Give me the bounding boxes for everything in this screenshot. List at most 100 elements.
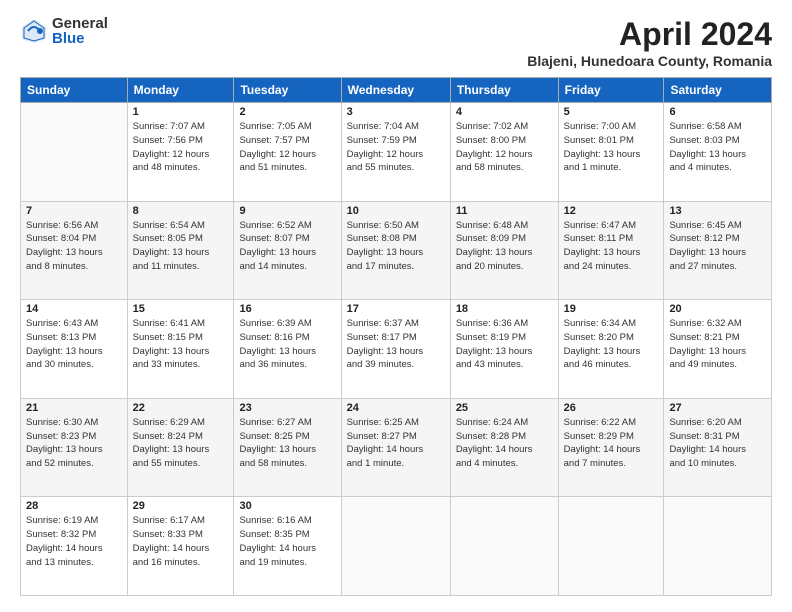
day-info: Sunrise: 6:30 AM Sunset: 8:23 PM Dayligh… [26,416,122,471]
weekday-thursday: Thursday [450,78,558,103]
day-info: Sunrise: 6:43 AM Sunset: 8:13 PM Dayligh… [26,317,122,372]
day-info: Sunrise: 7:00 AM Sunset: 8:01 PM Dayligh… [564,120,659,175]
calendar-cell: 29Sunrise: 6:17 AM Sunset: 8:33 PM Dayli… [127,497,234,596]
calendar-cell: 18 Sunrise: 6:36 AM Sunset: 8:19 PM Dayli… [450,300,558,399]
week-row-3: 14Sunrise: 6:43 AM Sunset: 8:13 PM Dayli… [21,300,772,399]
weekday-sunday: Sunday [21,78,128,103]
calendar-cell [450,497,558,596]
day-info: Sunrise: 6:47 AM Sunset: 8:11 PM Dayligh… [564,219,659,274]
calendar-cell: 11 Sunrise: 6:48 AM Sunset: 8:09 PM Dayli… [450,201,558,300]
week-row-2: 7 Sunrise: 6:56 AM Sunset: 8:04 PM Daylig… [21,201,772,300]
day-number: 8 [133,205,229,217]
day-number: 27 [669,402,766,414]
day-info: Sunrise: 6:29 AM Sunset: 8:24 PM Dayligh… [133,416,229,471]
day-number: 18 [456,303,553,315]
day-number: 30 [239,500,335,512]
calendar-cell: 19 Sunrise: 6:34 AM Sunset: 8:20 PM Dayli… [558,300,664,399]
day-number: 15 [133,303,229,315]
day-number: 7 [26,205,122,217]
header: General Blue April 2024 Blajeni, Hunedoa… [20,16,772,69]
logo-blue: Blue [52,31,108,46]
weekday-friday: Friday [558,78,664,103]
logo: General Blue [20,16,108,46]
calendar-cell: 25 Sunrise: 6:24 AM Sunset: 8:28 PM Dayli… [450,398,558,497]
weekday-wednesday: Wednesday [341,78,450,103]
day-info: Sunrise: 6:52 AM Sunset: 8:07 PM Dayligh… [239,219,335,274]
calendar-cell: 24 Sunrise: 6:25 AM Sunset: 8:27 PM Dayli… [341,398,450,497]
calendar-cell: 2Sunrise: 7:05 AM Sunset: 7:57 PM Daylig… [234,103,341,202]
calendar-cell: 15 Sunrise: 6:41 AM Sunset: 8:15 PM Dayli… [127,300,234,399]
calendar-cell: 7 Sunrise: 6:56 AM Sunset: 8:04 PM Daylig… [21,201,128,300]
calendar-cell [558,497,664,596]
weekday-tuesday: Tuesday [234,78,341,103]
day-number: 25 [456,402,553,414]
week-row-5: 28Sunrise: 6:19 AM Sunset: 8:32 PM Dayli… [21,497,772,596]
day-info: Sunrise: 6:39 AM Sunset: 8:16 PM Dayligh… [239,317,335,372]
day-number: 5 [564,106,659,118]
calendar-cell: 28Sunrise: 6:19 AM Sunset: 8:32 PM Dayli… [21,497,128,596]
calendar-cell [341,497,450,596]
day-number: 4 [456,106,553,118]
logo-icon [20,17,48,45]
main-title: April 2024 [527,16,772,53]
day-info: Sunrise: 6:25 AM Sunset: 8:27 PM Dayligh… [347,416,445,471]
day-number: 10 [347,205,445,217]
day-number: 1 [133,106,229,118]
calendar-cell: 9 Sunrise: 6:52 AM Sunset: 8:07 PM Daylig… [234,201,341,300]
calendar-cell: 21 Sunrise: 6:30 AM Sunset: 8:23 PM Dayli… [21,398,128,497]
day-number: 2 [239,106,335,118]
page: General Blue April 2024 Blajeni, Hunedoa… [0,0,792,612]
day-info: Sunrise: 6:54 AM Sunset: 8:05 PM Dayligh… [133,219,229,274]
day-info: Sunrise: 6:48 AM Sunset: 8:09 PM Dayligh… [456,219,553,274]
calendar-cell: 22 Sunrise: 6:29 AM Sunset: 8:24 PM Dayli… [127,398,234,497]
day-info: Sunrise: 6:34 AM Sunset: 8:20 PM Dayligh… [564,317,659,372]
calendar: SundayMondayTuesdayWednesdayThursdayFrid… [20,77,772,596]
day-info: Sunrise: 6:36 AM Sunset: 8:19 PM Dayligh… [456,317,553,372]
calendar-cell: 20Sunrise: 6:32 AM Sunset: 8:21 PM Dayli… [664,300,772,399]
weekday-header-row: SundayMondayTuesdayWednesdayThursdayFrid… [21,78,772,103]
calendar-cell [21,103,128,202]
subtitle: Blajeni, Hunedoara County, Romania [527,53,772,69]
day-number: 24 [347,402,445,414]
calendar-cell: 1 Sunrise: 7:07 AM Sunset: 7:56 PM Daylig… [127,103,234,202]
calendar-cell: 4Sunrise: 7:02 AM Sunset: 8:00 PM Daylig… [450,103,558,202]
day-number: 28 [26,500,122,512]
day-info: Sunrise: 6:58 AM Sunset: 8:03 PM Dayligh… [669,120,766,175]
day-info: Sunrise: 6:27 AM Sunset: 8:25 PM Dayligh… [239,416,335,471]
day-number: 22 [133,402,229,414]
calendar-cell: 8 Sunrise: 6:54 AM Sunset: 8:05 PM Daylig… [127,201,234,300]
calendar-cell: 5 Sunrise: 7:00 AM Sunset: 8:01 PM Daylig… [558,103,664,202]
calendar-cell: 3Sunrise: 7:04 AM Sunset: 7:59 PM Daylig… [341,103,450,202]
day-number: 19 [564,303,659,315]
day-info: Sunrise: 6:22 AM Sunset: 8:29 PM Dayligh… [564,416,659,471]
day-info: Sunrise: 7:07 AM Sunset: 7:56 PM Dayligh… [133,120,229,175]
calendar-cell: 14Sunrise: 6:43 AM Sunset: 8:13 PM Dayli… [21,300,128,399]
day-number: 12 [564,205,659,217]
day-info: Sunrise: 6:41 AM Sunset: 8:15 PM Dayligh… [133,317,229,372]
day-number: 11 [456,205,553,217]
day-number: 6 [669,106,766,118]
day-info: Sunrise: 7:04 AM Sunset: 7:59 PM Dayligh… [347,120,445,175]
logo-text: General Blue [52,16,108,46]
day-info: Sunrise: 6:24 AM Sunset: 8:28 PM Dayligh… [456,416,553,471]
day-number: 13 [669,205,766,217]
day-info: Sunrise: 6:56 AM Sunset: 8:04 PM Dayligh… [26,219,122,274]
day-number: 23 [239,402,335,414]
day-info: Sunrise: 6:32 AM Sunset: 8:21 PM Dayligh… [669,317,766,372]
day-info: Sunrise: 6:16 AM Sunset: 8:35 PM Dayligh… [239,514,335,569]
calendar-cell: 27 Sunrise: 6:20 AM Sunset: 8:31 PM Dayli… [664,398,772,497]
day-info: Sunrise: 6:37 AM Sunset: 8:17 PM Dayligh… [347,317,445,372]
day-number: 29 [133,500,229,512]
day-number: 21 [26,402,122,414]
logo-general: General [52,16,108,31]
calendar-cell: 12 Sunrise: 6:47 AM Sunset: 8:11 PM Dayli… [558,201,664,300]
day-number: 16 [239,303,335,315]
day-number: 26 [564,402,659,414]
day-info: Sunrise: 6:50 AM Sunset: 8:08 PM Dayligh… [347,219,445,274]
calendar-cell: 13Sunrise: 6:45 AM Sunset: 8:12 PM Dayli… [664,201,772,300]
day-info: Sunrise: 6:20 AM Sunset: 8:31 PM Dayligh… [669,416,766,471]
day-number: 9 [239,205,335,217]
calendar-cell: 23 Sunrise: 6:27 AM Sunset: 8:25 PM Dayli… [234,398,341,497]
title-block: April 2024 Blajeni, Hunedoara County, Ro… [527,16,772,69]
calendar-cell: 10 Sunrise: 6:50 AM Sunset: 8:08 PM Dayli… [341,201,450,300]
